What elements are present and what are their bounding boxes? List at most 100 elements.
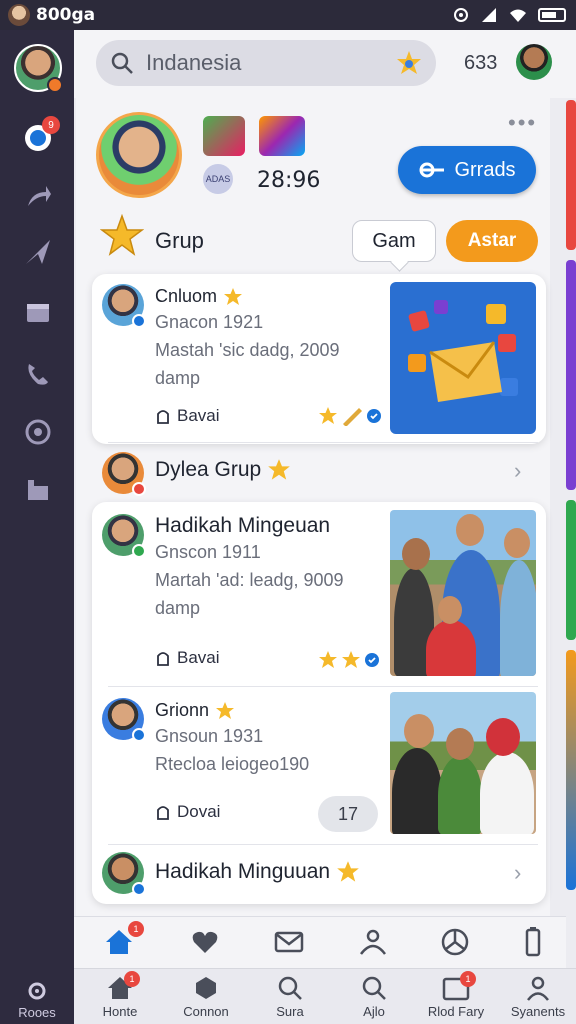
person-icon (360, 929, 386, 955)
nav-home[interactable]: 1 Honte (80, 971, 160, 1019)
mail-icon (274, 931, 304, 953)
rail-compass-item[interactable] (22, 416, 54, 448)
list-item-sub: Gnacon 1921 (155, 312, 264, 332)
count-pill[interactable]: 17 (318, 796, 378, 832)
star-icon (319, 651, 337, 668)
phone-add-icon (28, 364, 48, 385)
rail-grid-item[interactable] (22, 474, 54, 506)
astar-button[interactable]: Astar (446, 220, 538, 262)
search-text: Indanesia (146, 50, 242, 75)
more-options-icon[interactable]: ••• (508, 110, 537, 136)
group-row-title[interactable]: Dylea Grup (155, 458, 291, 482)
list-item-action[interactable]: Dovai (155, 802, 220, 822)
heart-icon (192, 931, 218, 953)
list-item-action[interactable]: Bavai (155, 406, 220, 426)
nav-badge: 1 (124, 971, 140, 987)
status-avatar (8, 4, 30, 26)
star-icon (224, 287, 243, 305)
home-tab[interactable]: 1 (104, 921, 144, 957)
nav-label: Honte (102, 1004, 138, 1019)
star-icon (319, 407, 337, 424)
story-thumb-2[interactable] (259, 116, 305, 156)
search-icon (111, 52, 133, 74)
avatar[interactable] (102, 284, 146, 328)
icon-tab-bar: 1 (74, 916, 566, 968)
top-count: 633 (464, 52, 498, 74)
home-badge: 1 (128, 921, 144, 937)
nav-connon[interactable]: Connon (166, 975, 246, 1019)
nav-label: Sura (276, 1004, 304, 1019)
top-bar: Indanesia 633 (74, 30, 576, 98)
list-item-desc: Rtecloa leiogeo190 (155, 754, 310, 774)
bell-icon (157, 652, 169, 666)
rail-share-item[interactable] (22, 180, 54, 212)
avatar[interactable] (102, 852, 146, 896)
star-icon (342, 651, 360, 668)
wifi-icon (510, 9, 526, 22)
section-title: Grup (155, 228, 204, 253)
signal-icon (482, 8, 496, 22)
group-photo (390, 692, 536, 834)
status-dot (47, 77, 63, 93)
star-icon (337, 861, 359, 882)
status-bar: 800ga (0, 0, 576, 30)
list-item-sub: Gnsoun 1931 (155, 726, 264, 746)
wheel-tab[interactable] (440, 927, 470, 957)
shield-icon (196, 977, 216, 999)
nav-label: Rlod Fary (427, 1004, 485, 1019)
favorites-tab[interactable] (190, 927, 220, 957)
header-time: 28:96 (257, 168, 321, 193)
nav-rlod-fary[interactable]: 1 Rlod Fary (416, 971, 496, 1019)
rail-call-item[interactable] (22, 358, 54, 390)
profile-avatar[interactable] (96, 112, 182, 198)
small-badge: ADAS (203, 164, 233, 194)
rail-settings[interactable]: Rooes (0, 980, 74, 1020)
gear-status-icon (454, 8, 468, 22)
nav-label: Connon (183, 1004, 229, 1019)
avatar[interactable] (102, 698, 146, 742)
send-icon (26, 240, 50, 264)
side-rail: 9 Rooes (0, 30, 74, 1024)
group-row-title[interactable]: Hadikah Minguuan (155, 860, 360, 884)
nav-syanents[interactable]: Syanents (498, 975, 576, 1019)
star-icon (100, 214, 144, 256)
people-tab[interactable] (358, 927, 388, 957)
search-icon (278, 976, 302, 1000)
star-icon (268, 459, 291, 480)
top-user-avatar[interactable] (516, 44, 552, 80)
chevron-right-icon[interactable]: › (514, 860, 521, 886)
chevron-right-icon[interactable]: › (514, 458, 521, 484)
list-item-desc: Martah 'ad: leadg, 9009 damp (155, 570, 344, 618)
rail-send-item[interactable] (22, 236, 54, 268)
search-input[interactable]: Indanesia (96, 40, 436, 86)
star-badge-icon[interactable] (396, 50, 422, 76)
verified-icon (367, 409, 381, 423)
list-item-action[interactable]: Bavai (155, 648, 220, 668)
rail-store-item[interactable] (22, 296, 54, 328)
verified-icon (365, 653, 379, 667)
rail-bottom-label: Rooes (18, 1005, 56, 1020)
nav-ajlo[interactable]: Ajlo (334, 975, 414, 1019)
blocks-icon (28, 480, 48, 500)
rail-profile-avatar[interactable] (14, 44, 63, 93)
avatar[interactable] (102, 514, 146, 558)
battery-icon (538, 8, 566, 22)
grads-button[interactable]: Grrads (398, 146, 536, 194)
list-item-desc: Mastah 'sic dadg, 2009 damp (155, 340, 340, 388)
nav-badge: 1 (460, 971, 476, 987)
gam-button[interactable]: Gam (352, 220, 436, 262)
avatar[interactable] (102, 452, 146, 496)
star-icon (216, 701, 235, 719)
mail-tab[interactable] (274, 927, 304, 957)
link-icon (419, 162, 445, 178)
nav-sura[interactable]: Sura (250, 975, 330, 1019)
bell-icon (157, 410, 169, 424)
story-thumb-1[interactable] (203, 116, 245, 156)
wheel-icon (441, 928, 469, 956)
bottom-nav: 1 Honte Connon Sura Ajlo 1 Rlod Fary Sya… (74, 968, 576, 1024)
battery-tab[interactable] (518, 927, 548, 957)
divider (108, 686, 538, 687)
divider (108, 442, 538, 443)
list-item-name: Grionn (155, 700, 235, 721)
rail-chat-item[interactable]: 9 (22, 116, 60, 154)
